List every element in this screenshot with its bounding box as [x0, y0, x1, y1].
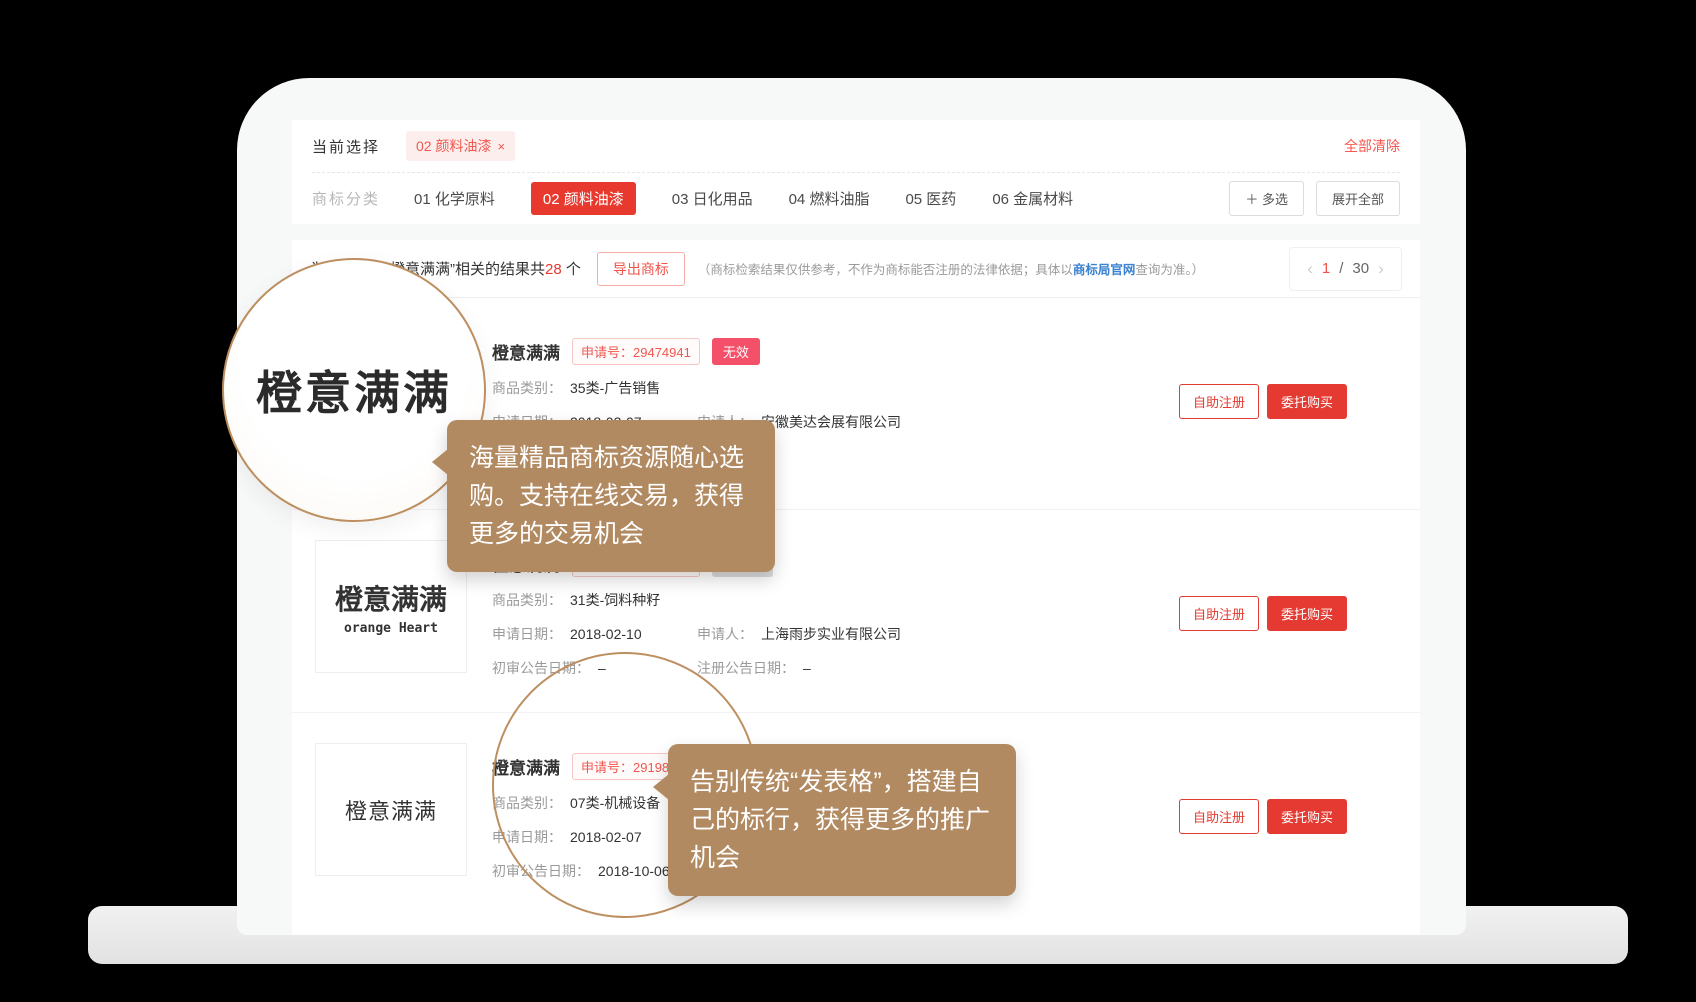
detail-field: 注册公告日期：–: [697, 658, 811, 679]
field-value: –: [803, 658, 811, 679]
category-tab[interactable]: 06 金属材料: [992, 182, 1073, 215]
tooltip-arrow-left-icon: [653, 774, 669, 800]
detail-field: 初审公告日期： 2018-10-06: [492, 861, 670, 882]
field-label: 申请人：: [697, 624, 753, 645]
next-page-icon[interactable]: ›: [1378, 259, 1384, 279]
trademark-name: 橙意满满: [492, 754, 560, 779]
detail-line: 初审公告日期：–注册公告日期：–: [492, 658, 1420, 679]
current-selection-label: 当前选择: [312, 136, 380, 157]
marketing-tooltip-2: 告别传统“发表格”，搭建自己的标行，获得更多的推广机会: [668, 744, 1016, 896]
field-label: 初审公告日期：: [492, 861, 590, 882]
entrust-purchase-button[interactable]: 委托购买: [1267, 799, 1347, 834]
results-header: 为您检索到“橙意满满”相关的结果共28 个 导出商标 （商标检索结果仅供参考，不…: [292, 240, 1420, 298]
total-pages: 30: [1352, 260, 1369, 277]
entrust-purchase-button[interactable]: 委托购买: [1267, 384, 1347, 419]
category-label: 商标分类: [312, 188, 380, 209]
field-value: 上海雨步实业有限公司: [761, 624, 901, 645]
row-actions: 自助注册委托购买: [1179, 384, 1347, 419]
field-label: 商品类别：: [492, 378, 562, 399]
self-register-button[interactable]: 自助注册: [1179, 799, 1259, 834]
pagination: ‹ 1 / 30 ›: [1289, 247, 1402, 291]
remove-tag-icon[interactable]: ×: [497, 139, 505, 154]
category-tab-active[interactable]: 02 颜料油漆: [531, 182, 636, 215]
results-count: 28: [545, 261, 562, 278]
category-tab[interactable]: 05 医药: [905, 182, 956, 215]
category-tab[interactable]: 04 燃料油脂: [789, 182, 870, 215]
trademark-image: 橙意满满: [315, 743, 467, 876]
field-label: 商品类别：: [492, 793, 562, 814]
row-actions: 自助注册委托购买: [1179, 596, 1347, 631]
tooltip-1-text: 海量精品商标资源随心选购。支持在线交易，获得更多的交易机会: [469, 444, 744, 548]
detail-field: 申请日期： 2018-02-10: [492, 624, 697, 645]
current-selection-row: 当前选择 02 颜料油漆 × 全部清除: [292, 120, 1420, 172]
field-label: 申请日期：: [492, 624, 562, 645]
row-actions: 自助注册委托购买: [1179, 799, 1347, 834]
field-label: 申请日期：: [492, 827, 562, 848]
self-register-button[interactable]: 自助注册: [1179, 384, 1259, 419]
marketing-tooltip-1: 海量精品商标资源随心选购。支持在线交易，获得更多的交易机会: [447, 420, 775, 572]
detail-field: 商品类别： 31类-饲料种籽: [492, 590, 660, 611]
tooltip-arrow-left-icon: [432, 449, 448, 475]
self-register-button[interactable]: 自助注册: [1179, 596, 1259, 631]
prev-page-icon[interactable]: ‹: [1307, 259, 1313, 279]
page-divider: /: [1339, 260, 1343, 277]
results-summary-suffix: 个: [562, 261, 581, 278]
field-value: 2018-02-10: [570, 624, 642, 645]
category-tab[interactable]: 01 化学原料: [414, 182, 495, 215]
disclaimer-text-before: （商标检索结果仅供参考，不作为商标能否注册的法律依据；具体以: [698, 263, 1073, 277]
field-value: 35类-广告销售: [570, 378, 660, 399]
entrust-purchase-button[interactable]: 委托购买: [1267, 596, 1347, 631]
field-label: 商品类别：: [492, 590, 562, 611]
detail-field: 初审公告日期：–: [492, 658, 697, 679]
trademark-office-link[interactable]: 商标局官网: [1073, 263, 1136, 277]
trademark-name: 橙意满满: [492, 339, 560, 364]
category-tab[interactable]: 03 日化用品: [672, 182, 753, 215]
magnified-trademark-text: 橙意满满: [256, 357, 452, 423]
expand-all-button[interactable]: 展开全部: [1316, 181, 1400, 216]
detail-field: 申请人： 上海雨步实业有限公司: [697, 624, 901, 645]
field-value: 31类-饲料种籽: [570, 590, 660, 611]
trademark-logo-text: 橙意满满: [345, 794, 437, 826]
category-actions: ＋ 多选 展开全部: [1229, 181, 1400, 216]
trademark-logo-text: 橙意满满: [335, 578, 447, 618]
detail-field: 商品类别： 07类-机械设备: [492, 793, 660, 814]
filter-panel: 当前选择 02 颜料油漆 × 全部清除 商标分类 01 化学原料 02 颜料油漆 03…: [292, 120, 1420, 224]
status-badge: 无效: [712, 338, 760, 365]
detail-field: 申请日期： 2018-02-07: [492, 827, 642, 848]
category-row: 商标分类 01 化学原料 02 颜料油漆 03 日化用品 04 燃料油脂 05 医药 06…: [292, 173, 1420, 223]
field-label: 初审公告日期：: [492, 658, 590, 679]
selected-filter-tag-text: 02 颜料油漆: [416, 138, 491, 154]
trademark-image: 橙意满满 orange Heart: [315, 540, 467, 673]
field-label: 注册公告日期：: [697, 658, 795, 679]
field-value: 2018-02-07: [570, 827, 642, 848]
field-value: –: [598, 658, 606, 679]
tooltip-2-text: 告别传统“发表格”，搭建自己的标行，获得更多的推广机会: [690, 768, 990, 872]
disclaimer-text-after: 查询为准。）: [1135, 263, 1204, 277]
selected-filter-tag[interactable]: 02 颜料油漆 ×: [406, 131, 515, 161]
results-disclaimer: （商标检索结果仅供参考，不作为商标能否注册的法律依据；具体以商标局官网查询为准。…: [698, 259, 1204, 278]
field-value: 2018-10-06: [598, 861, 670, 882]
category-tabs: 01 化学原料 02 颜料油漆 03 日化用品 04 燃料油脂 05 医药 06 金属材料: [414, 182, 1073, 215]
multi-select-button[interactable]: ＋ 多选: [1229, 181, 1304, 216]
trademark-logo-subtext: orange Heart: [344, 621, 438, 636]
current-page: 1: [1322, 260, 1330, 277]
field-value: 安徽美达会展有限公司: [761, 412, 901, 433]
trademark-title-line: 橙意满满申请号：29474941 无效: [492, 338, 1420, 365]
detail-field: 商品类别： 35类-广告销售: [492, 378, 660, 399]
application-number-tag: 申请号：29474941: [572, 338, 700, 365]
field-value: 07类-机械设备: [570, 793, 660, 814]
export-trademark-button[interactable]: 导出商标: [597, 252, 685, 286]
page-canvas: 当前选择 02 颜料油漆 × 全部清除 商标分类 01 化学原料 02 颜料油漆 03…: [0, 0, 1696, 1002]
clear-all-button[interactable]: 全部清除: [1344, 136, 1400, 156]
